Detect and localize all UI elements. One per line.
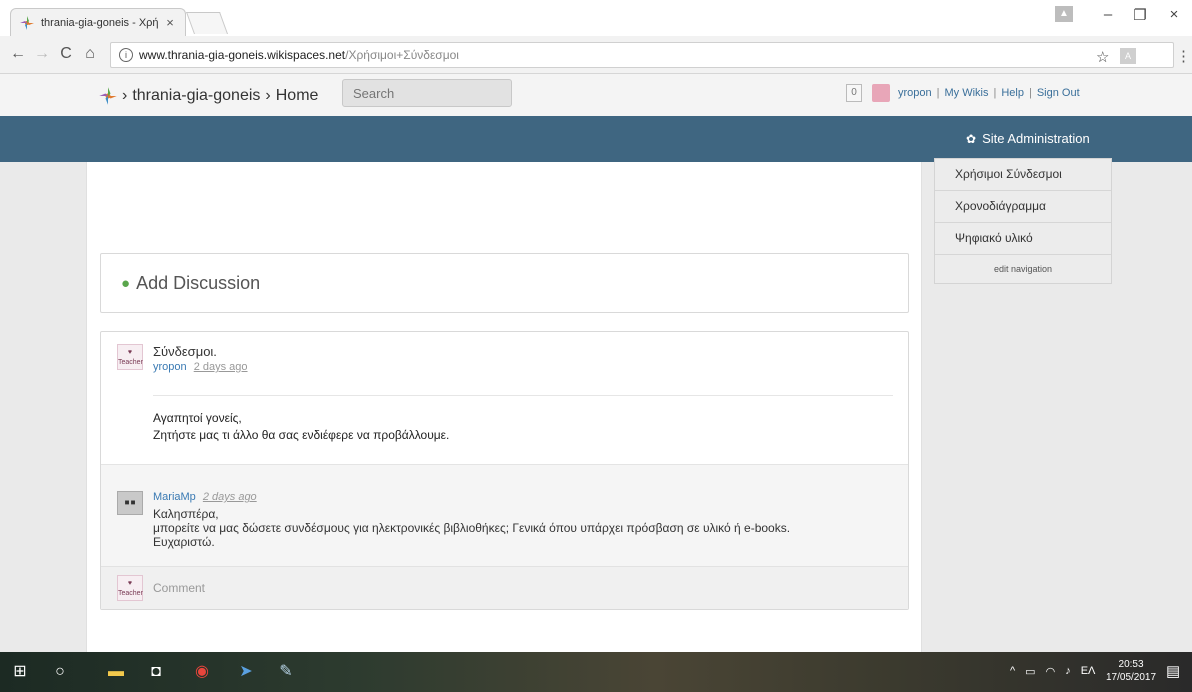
taskbar: ⊞ ○ ▬ ◘ ◉ ➤ ✎ ^ ▭ ◠ ♪ ΕΛ 20:53 17/05/201…	[0, 652, 1192, 692]
reply-body: Καλησπέρα, μπορείτε να μας δώσετε συνδέσ…	[153, 507, 790, 549]
post-body: Αγαπητοί γονείς, Ζητήστε μας τι άλλο θα …	[153, 410, 449, 444]
notification-count[interactable]: 0	[846, 84, 862, 102]
url-host: www.thrania-gia-goneis.wikispaces.net	[139, 48, 346, 62]
reply: ▪▪ MariaMp 2 days ago Καλησπέρα, μπορείτ…	[101, 464, 908, 566]
nav-item-digital-material[interactable]: Ψηφιακό υλικό	[935, 223, 1111, 255]
system-tray: ^ ▭ ◠ ♪ ΕΛ	[1010, 665, 1095, 678]
site-info-icon[interactable]: i	[119, 48, 133, 62]
admin-bar: ✿ Site Administration	[0, 116, 1192, 162]
breadcrumb: › thrania-gia-goneis › Home	[98, 86, 318, 106]
extension-icon[interactable]: A	[1120, 48, 1136, 64]
site-administration-link[interactable]: ✿ Site Administration	[966, 131, 1090, 146]
window-close-icon[interactable]: ×	[1164, 6, 1184, 23]
site-administration-label: Site Administration	[982, 131, 1090, 146]
bookmark-star-icon[interactable]: ☆	[1096, 48, 1109, 66]
minimize-icon[interactable]: –	[1098, 6, 1118, 23]
notification-center-icon[interactable]: ▤	[1166, 662, 1180, 680]
browser-toolbar: ← → C ⌂ i www.thrania-gia-goneis.wikispa…	[0, 36, 1192, 74]
clock-date: 17/05/2017	[1106, 672, 1157, 683]
browser-tab[interactable]: thrania-gia-goneis - Χρή ×	[10, 8, 186, 36]
new-tab-button[interactable]	[185, 12, 229, 34]
reply-meta: MariaMp 2 days ago	[153, 491, 257, 503]
profile-icon[interactable]: ▲	[1055, 6, 1073, 22]
post-title[interactable]: Σύνδεσμοι.	[153, 344, 248, 359]
address-bar[interactable]: i www.thrania-gia-goneis.wikispaces.net …	[110, 42, 1174, 68]
sign-out-link[interactable]: Sign Out	[1037, 87, 1080, 99]
username-link[interactable]: yropon	[898, 87, 932, 99]
windows-start-icon[interactable]: ⊞	[10, 662, 30, 682]
navigation-panel: Χρήσιμοι Σύνδεσμοι Χρονοδιάγραμμα Ψηφιακ…	[934, 158, 1112, 284]
volume-icon[interactable]: ♪	[1065, 665, 1071, 678]
help-link[interactable]: Help	[1001, 87, 1024, 99]
breadcrumb-separator: ›	[265, 87, 271, 104]
back-icon[interactable]: ←	[8, 45, 28, 63]
browser-tab-bar: thrania-gia-goneis - Χρή × ▲ – ❐ ×	[0, 0, 1192, 36]
language-indicator[interactable]: ΕΛ	[1081, 665, 1096, 678]
discussion-thread: ♥ Teacher Σύνδεσμοι. yropon 2 days ago Αγ…	[100, 331, 909, 610]
clock-time: 20:53	[1118, 659, 1144, 670]
separator: |	[936, 87, 940, 99]
reply-author-link[interactable]: MariaMp	[153, 491, 196, 503]
post-timestamp[interactable]: 2 days ago	[194, 361, 248, 373]
wifi-icon[interactable]: ◠	[1046, 665, 1056, 678]
user-avatar[interactable]	[872, 84, 890, 102]
post-body-line: Ζητήστε μας τι άλλο θα σας ενδιέφερε να …	[153, 428, 450, 442]
separator: |	[1028, 87, 1032, 99]
add-discussion-label: Add Discussion	[136, 272, 261, 293]
tab-title: thrania-gia-goneis - Χρή	[41, 16, 159, 29]
comment-input[interactable]: Comment	[153, 581, 205, 595]
teacher-avatar[interactable]: ♥ Teacher	[117, 344, 143, 370]
teacher-avatar: ♥ Teacher	[117, 575, 143, 601]
wikispaces-logo-icon	[20, 15, 34, 30]
post-meta: yropon 2 days ago	[153, 361, 248, 373]
home-icon[interactable]: ⌂	[80, 45, 100, 63]
search-input[interactable]	[342, 79, 512, 107]
comment-row: ♥ Teacher Comment	[101, 566, 908, 609]
chrome-icon[interactable]: ◉	[192, 662, 212, 682]
reload-icon[interactable]: C	[56, 45, 76, 63]
default-avatar[interactable]: ▪▪	[117, 491, 143, 515]
browser-menu-icon[interactable]: ⋮	[1176, 47, 1191, 65]
tab-close-icon[interactable]: ×	[163, 15, 177, 30]
clock[interactable]: 20:53 17/05/2017	[1106, 658, 1156, 684]
file-explorer-icon[interactable]: ▬	[106, 662, 126, 682]
forward-icon[interactable]: →	[32, 45, 52, 63]
store-icon[interactable]: ◘	[146, 662, 166, 682]
breadcrumb-site[interactable]: thrania-gia-goneis	[132, 87, 260, 105]
edit-navigation-link[interactable]: edit navigation	[935, 255, 1111, 283]
my-wikis-link[interactable]: My Wikis	[945, 87, 989, 99]
chevron-up-icon[interactable]: ^	[1010, 665, 1015, 678]
nav-item-timeline[interactable]: Χρονοδιάγραμμα	[935, 191, 1111, 223]
wiki-header: › thrania-gia-goneis › Home 0 yropon | M…	[0, 74, 1192, 116]
nav-item-links[interactable]: Χρήσιμοι Σύνδεσμοι	[935, 159, 1111, 191]
paint-icon[interactable]: ✎	[276, 662, 296, 682]
restore-icon[interactable]: ❐	[1130, 6, 1150, 24]
network-icon[interactable]: ▭	[1025, 665, 1035, 678]
post-author-link[interactable]: yropon	[153, 361, 187, 373]
user-bar: 0 yropon | My Wikis | Help | Sign Out	[846, 84, 1080, 102]
reply-timestamp[interactable]: 2 days ago	[203, 491, 257, 503]
reply-line: Καλησπέρα,	[153, 507, 219, 521]
post-header: ♥ Teacher Σύνδεσμοι. yropon 2 days ago	[117, 344, 248, 373]
post-body-line: Αγαπητοί γονείς,	[153, 411, 242, 425]
url-path: /Χρήσιμοι+Σύνδεσμοι	[345, 48, 459, 62]
reply-line: μπορείτε να μας δώσετε συνδέσμους για ηλ…	[153, 521, 791, 535]
separator: |	[993, 87, 997, 99]
search-icon[interactable]: ○	[50, 662, 70, 682]
reply-line: Ευχαριστώ.	[153, 535, 215, 549]
app-icon[interactable]: ➤	[236, 662, 256, 682]
wikispaces-logo-icon[interactable]	[98, 86, 118, 106]
breadcrumb-page[interactable]: Home	[276, 87, 319, 105]
speech-bubble-icon: ●	[121, 274, 131, 292]
breadcrumb-separator: ›	[122, 87, 128, 104]
divider	[153, 395, 893, 396]
add-discussion-button[interactable]: ● Add Discussion	[100, 253, 909, 313]
gear-icon: ✿	[966, 131, 977, 146]
